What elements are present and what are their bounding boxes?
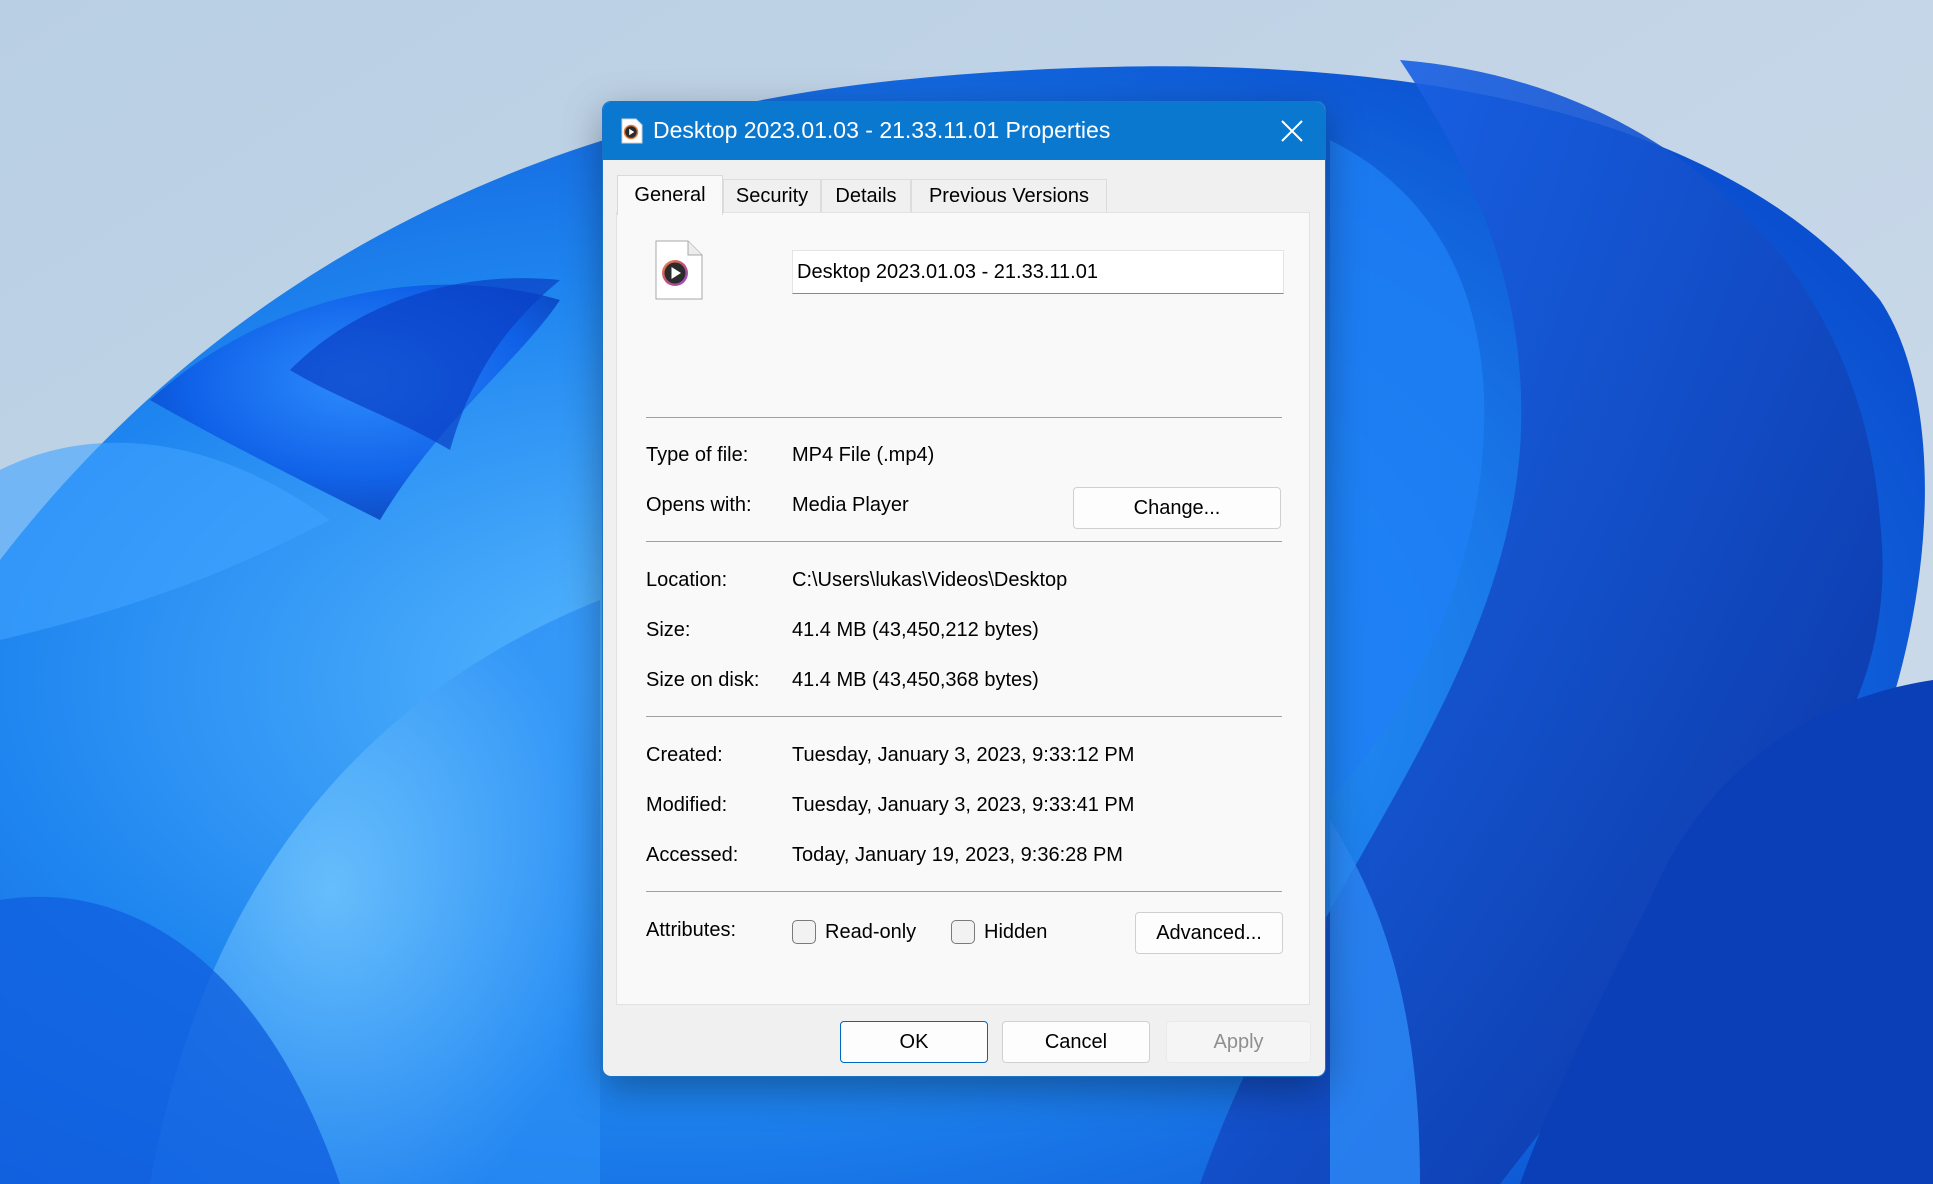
- opens-with-value: Media Player: [792, 494, 909, 516]
- size-on-disk-label: Size on disk:: [646, 669, 760, 691]
- hidden-checkbox[interactable]: [951, 920, 975, 944]
- mp4-media-file-icon: [655, 240, 703, 300]
- apply-button[interactable]: Apply: [1166, 1021, 1311, 1063]
- type-of-file-label: Type of file:: [646, 444, 749, 466]
- advanced-button[interactable]: Advanced...: [1135, 912, 1283, 954]
- read-only-checkbox[interactable]: [792, 920, 816, 944]
- type-of-file-value: MP4 File (.mp4): [792, 444, 935, 466]
- separator: [646, 417, 1282, 418]
- location-value: C:\Users\lukas\Videos\Desktop: [792, 569, 1068, 591]
- accessed-label: Accessed:: [646, 844, 739, 866]
- created-value: Tuesday, January 3, 2023, 9:33:12 PM: [792, 744, 1135, 766]
- properties-dialog: Desktop 2023.01.03 - 21.33.11.01 Propert…: [603, 102, 1325, 1076]
- file-name-input[interactable]: [792, 250, 1284, 294]
- hidden-label[interactable]: Hidden: [984, 921, 1047, 944]
- general-tab-panel: Type of file: MP4 File (.mp4) Opens with…: [616, 212, 1310, 1005]
- tab-details[interactable]: Details: [821, 179, 911, 213]
- size-label: Size:: [646, 619, 691, 641]
- video-file-icon: [621, 118, 643, 144]
- window-title: Desktop 2023.01.03 - 21.33.11.01 Propert…: [653, 117, 1111, 143]
- read-only-label[interactable]: Read-only: [825, 921, 916, 944]
- separator: [646, 716, 1282, 717]
- title-bar[interactable]: Desktop 2023.01.03 - 21.33.11.01 Propert…: [603, 102, 1325, 160]
- accessed-value: Today, January 19, 2023, 9:36:28 PM: [792, 844, 1123, 866]
- tab-previous-versions[interactable]: Previous Versions: [911, 179, 1107, 213]
- size-value: 41.4 MB (43,450,212 bytes): [792, 619, 1039, 641]
- modified-label: Modified:: [646, 794, 728, 816]
- location-label: Location:: [646, 569, 728, 591]
- size-on-disk-value: 41.4 MB (43,450,368 bytes): [792, 669, 1039, 691]
- modified-value: Tuesday, January 3, 2023, 9:33:41 PM: [792, 794, 1135, 816]
- opens-with-label: Opens with:: [646, 494, 752, 516]
- close-button[interactable]: [1259, 102, 1325, 160]
- created-label: Created:: [646, 744, 723, 766]
- ok-button[interactable]: OK: [840, 1021, 988, 1063]
- attributes-label: Attributes:: [646, 919, 737, 941]
- tab-security[interactable]: Security: [723, 179, 821, 213]
- cancel-button[interactable]: Cancel: [1002, 1021, 1150, 1063]
- tab-general[interactable]: General: [617, 175, 723, 215]
- close-icon: [1281, 120, 1303, 142]
- separator: [646, 891, 1282, 892]
- change-button[interactable]: Change...: [1073, 487, 1281, 529]
- separator: [646, 541, 1282, 542]
